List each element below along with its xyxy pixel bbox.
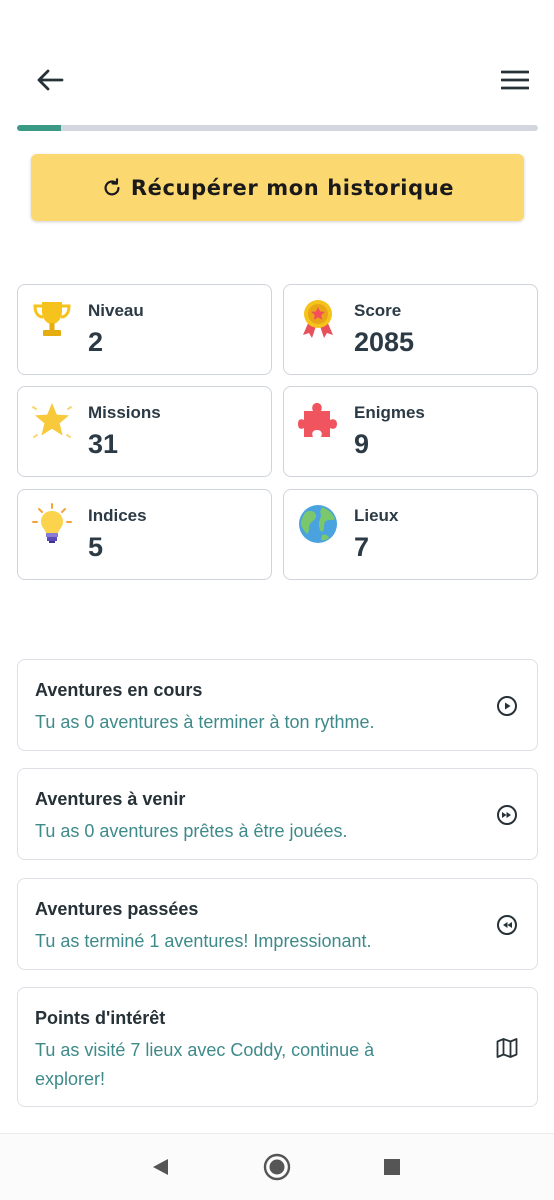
stat-card-niveau: Niveau 2 bbox=[17, 284, 272, 375]
card-title: Points d'intérêt bbox=[35, 1008, 166, 1028]
back-button[interactable] bbox=[30, 60, 70, 100]
stat-card-score: Score 2085 bbox=[283, 284, 538, 375]
stat-label: Enigmes bbox=[354, 403, 425, 422]
lightbulb-icon bbox=[32, 503, 72, 543]
fast-forward-circle-icon bbox=[497, 805, 517, 825]
refresh-icon bbox=[104, 177, 120, 195]
rewind-circle-icon bbox=[497, 915, 517, 935]
top-app-bar bbox=[0, 0, 554, 120]
nav-back-triangle-icon[interactable] bbox=[150, 1157, 170, 1177]
stat-label: Missions bbox=[88, 403, 161, 422]
star-icon bbox=[32, 403, 72, 438]
stat-label: Lieux bbox=[354, 506, 399, 525]
puzzle-piece-icon bbox=[298, 403, 337, 437]
card-title: Aventures passées bbox=[35, 899, 199, 919]
stat-value: 31 bbox=[88, 429, 119, 459]
system-navigation-bar bbox=[0, 1133, 554, 1200]
globe-icon bbox=[299, 505, 337, 543]
medal-icon bbox=[303, 300, 333, 338]
card-subtitle: Tu as visité 7 lieux avec Coddy, continu… bbox=[35, 1040, 375, 1089]
recover-history-label: Récupérer mon historique bbox=[130, 175, 455, 200]
stat-label: Score bbox=[354, 301, 402, 320]
stat-value: 5 bbox=[88, 532, 104, 562]
points-of-interest-card[interactable]: Points d'intérêt Tu as visité 7 lieux av… bbox=[17, 987, 538, 1107]
card-subtitle: Tu as 0 aventures à terminer à ton rythm… bbox=[35, 712, 375, 732]
arrow-left-icon bbox=[37, 69, 64, 91]
menu-button[interactable] bbox=[494, 60, 536, 100]
progress-bar bbox=[17, 125, 538, 131]
card-subtitle: Tu as terminé 1 aventures! Impressionant… bbox=[35, 931, 372, 951]
adventures-in-progress-card[interactable]: Aventures en cours Tu as 0 aventures à t… bbox=[17, 659, 538, 751]
nav-home-circle-icon[interactable] bbox=[263, 1153, 291, 1181]
stat-value: 7 bbox=[354, 532, 370, 562]
progress-fill bbox=[17, 125, 62, 131]
stat-card-enigmes: Enigmes 9 bbox=[283, 386, 538, 477]
trophy-icon bbox=[33, 302, 71, 336]
stat-value: 2085 bbox=[354, 327, 415, 357]
stat-label: Indices bbox=[88, 506, 147, 525]
card-subtitle: Tu as 0 aventures prêtes à être jouées. bbox=[35, 821, 348, 841]
recover-history-button[interactable]: Récupérer mon historique bbox=[31, 154, 524, 221]
stat-card-indices: Indices 5 bbox=[17, 489, 272, 580]
adventures-upcoming-card[interactable]: Aventures à venir Tu as 0 aventures prêt… bbox=[17, 768, 538, 860]
stat-value: 2 bbox=[88, 327, 104, 357]
stat-value: 9 bbox=[354, 429, 370, 459]
adventures-past-card[interactable]: Aventures passées Tu as terminé 1 aventu… bbox=[17, 878, 538, 970]
stat-card-lieux: Lieux 7 bbox=[283, 489, 538, 580]
nav-recents-square-icon[interactable] bbox=[383, 1158, 401, 1176]
card-title: Aventures en cours bbox=[35, 680, 203, 700]
hamburger-menu-icon bbox=[501, 70, 529, 90]
play-circle-icon bbox=[497, 696, 517, 716]
map-icon bbox=[496, 1038, 518, 1058]
stat-label: Niveau bbox=[88, 301, 144, 320]
card-title: Aventures à venir bbox=[35, 789, 186, 809]
stat-card-missions: Missions 31 bbox=[17, 386, 272, 477]
